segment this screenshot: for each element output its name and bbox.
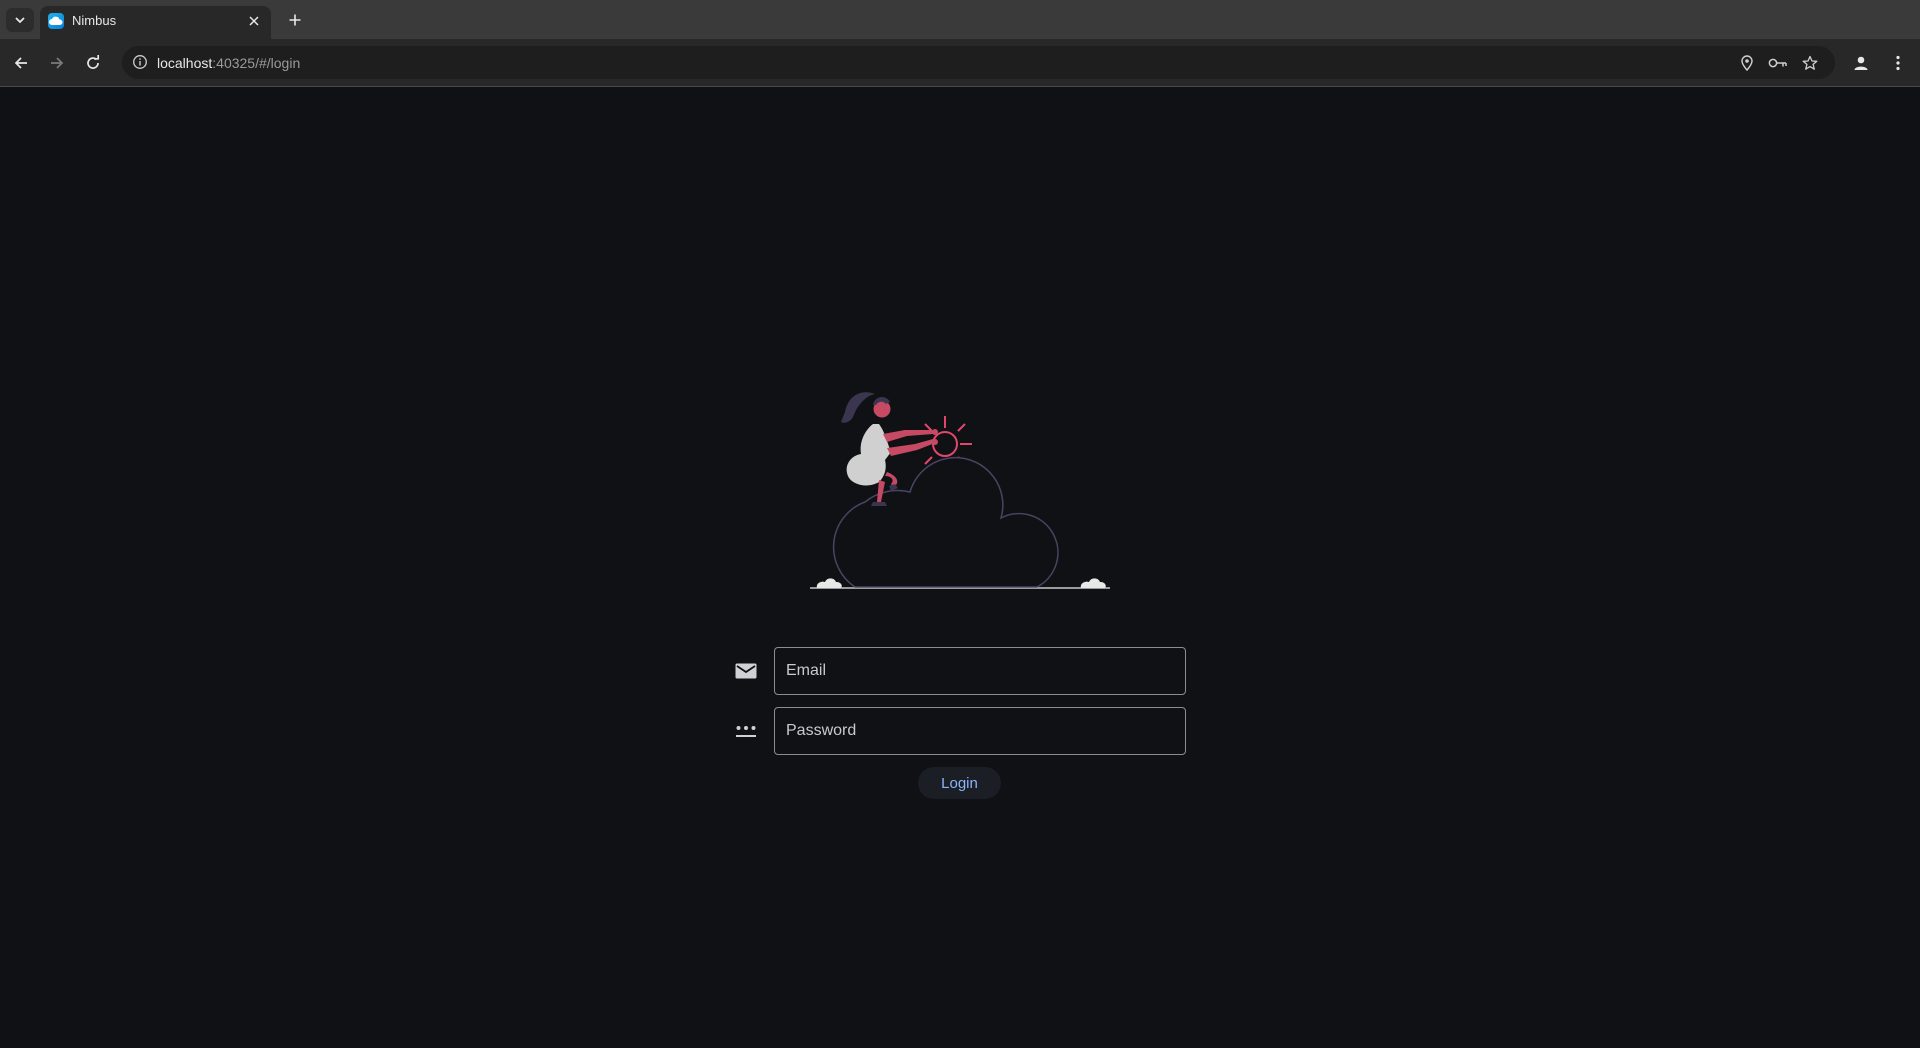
tab-nimbus[interactable]: Nimbus	[40, 6, 271, 40]
tab-title: Nimbus	[72, 13, 117, 28]
password-dots-icon	[736, 726, 756, 737]
url-path: :40325/#/login	[212, 55, 301, 71]
site-info-icon[interactable]	[132, 54, 148, 75]
bookmark-star-icon[interactable]	[1800, 53, 1820, 73]
chevron-down-icon	[15, 17, 25, 24]
new-tab-button[interactable]	[282, 8, 308, 32]
cloud-sun-illustration	[810, 392, 1110, 589]
mail-icon	[735, 663, 757, 679]
tab-search-button[interactable]	[6, 8, 34, 32]
password-input[interactable]	[774, 707, 1186, 755]
login-page: Login	[0, 87, 1920, 1048]
arrow-right-icon	[51, 57, 64, 69]
kebab-menu-icon	[1896, 55, 1900, 71]
reload-icon	[87, 55, 100, 69]
address-bar[interactable]: localhost:40325/#/login	[122, 46, 1835, 79]
url-host: localhost	[157, 55, 213, 71]
forward-button[interactable]	[44, 50, 70, 76]
nimbus-favicon-icon	[48, 13, 64, 29]
key-icon[interactable]	[1768, 53, 1788, 73]
arrow-left-icon	[14, 57, 27, 69]
profile-button[interactable]	[1849, 51, 1873, 75]
plus-icon	[289, 14, 301, 26]
tab-strip: Nimbus	[0, 0, 1920, 40]
url-text: localhost:40325/#/login	[157, 55, 300, 71]
profile-icon	[1854, 56, 1868, 70]
back-button[interactable]	[8, 50, 34, 76]
password-row	[730, 707, 1186, 755]
browser-menu-button[interactable]	[1886, 51, 1910, 75]
email-row	[730, 647, 1186, 695]
email-input[interactable]	[774, 647, 1186, 695]
browser-toolbar: localhost:40325/#/login	[0, 39, 1920, 87]
close-tab-icon[interactable]	[245, 12, 263, 30]
location-icon[interactable]	[1737, 53, 1757, 73]
login-button[interactable]: Login	[918, 767, 1001, 799]
reload-button[interactable]	[80, 50, 106, 76]
